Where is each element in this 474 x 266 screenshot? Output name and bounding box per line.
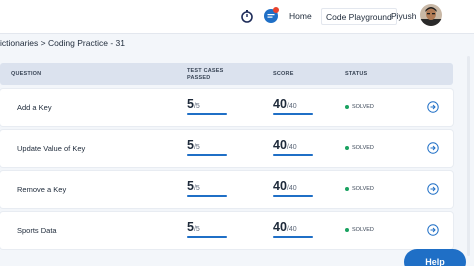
score-progress-bar bbox=[273, 236, 313, 238]
status-badge: SOLVED bbox=[345, 104, 374, 110]
score-progress-bar bbox=[273, 154, 313, 156]
question-name[interactable]: Update Value of Key bbox=[17, 144, 85, 153]
question-name[interactable]: Add a Key bbox=[17, 103, 52, 112]
score-max: /40 bbox=[286, 226, 297, 233]
scrollbar[interactable] bbox=[467, 56, 470, 256]
user-name[interactable]: Piyush bbox=[391, 11, 417, 21]
score-value: 40 bbox=[273, 220, 287, 234]
status-badge: SOLVED bbox=[345, 186, 374, 192]
avatar[interactable] bbox=[420, 4, 442, 26]
question-name[interactable]: Sports Data bbox=[17, 226, 57, 235]
solved-dot-icon bbox=[345, 228, 349, 232]
status-label: SOLVED bbox=[352, 104, 374, 110]
question-name[interactable]: Remove a Key bbox=[17, 185, 66, 194]
test-cases-cell: 5/5 bbox=[187, 177, 227, 197]
tests-passed: 5 bbox=[187, 138, 194, 152]
tests-total: /5 bbox=[193, 226, 200, 233]
score-cell: 40/40 bbox=[273, 177, 313, 197]
arrow-right-circle-icon[interactable] bbox=[427, 183, 439, 195]
table-header: QUESTION TEST CASES PASSED SCORE STATUS bbox=[0, 63, 453, 85]
score-progress-bar bbox=[273, 195, 313, 197]
test-cases-cell: 5/5 bbox=[187, 136, 227, 156]
score-value: 40 bbox=[273, 97, 287, 111]
status-badge: SOLVED bbox=[345, 227, 374, 233]
score-max: /40 bbox=[286, 144, 297, 151]
score-max: /40 bbox=[286, 185, 297, 192]
tests-progress-bar bbox=[187, 195, 227, 197]
help-button[interactable]: Help bbox=[404, 249, 466, 266]
score-max: /40 bbox=[286, 103, 297, 110]
column-test-cases: TEST CASES PASSED bbox=[187, 68, 224, 81]
tests-total: /5 bbox=[193, 103, 200, 110]
chat-icon[interactable] bbox=[262, 6, 280, 24]
score-cell: 40/40 bbox=[273, 95, 313, 115]
arrow-right-circle-icon[interactable] bbox=[427, 224, 439, 236]
solved-dot-icon bbox=[345, 146, 349, 150]
arrow-right-circle-icon[interactable] bbox=[427, 101, 439, 113]
breadcrumb[interactable]: ictionaries > Coding Practice - 31 bbox=[0, 38, 125, 48]
status-label: SOLVED bbox=[352, 227, 374, 233]
notification-dot bbox=[273, 7, 279, 13]
status-label: SOLVED bbox=[352, 145, 374, 151]
code-playground-link[interactable]: Code Playground bbox=[321, 8, 397, 25]
status-badge: SOLVED bbox=[345, 145, 374, 151]
table-row[interactable]: Add a Key 5/5 40/40 SOLVED bbox=[0, 89, 453, 126]
test-cases-cell: 5/5 bbox=[187, 218, 227, 238]
stopwatch-icon[interactable] bbox=[240, 9, 254, 23]
column-question: QUESTION bbox=[11, 71, 42, 77]
solved-dot-icon bbox=[345, 105, 349, 109]
tests-total: /5 bbox=[193, 185, 200, 192]
tests-progress-bar bbox=[187, 113, 227, 115]
tests-passed: 5 bbox=[187, 220, 194, 234]
help-label[interactable]: Help bbox=[425, 257, 445, 266]
table-row[interactable]: Sports Data 5/5 40/40 SOLVED bbox=[0, 212, 453, 249]
test-cases-cell: 5/5 bbox=[187, 95, 227, 115]
top-navbar: Home Code Playground Piyush bbox=[0, 0, 474, 34]
score-progress-bar bbox=[273, 113, 313, 115]
arrow-right-circle-icon[interactable] bbox=[427, 142, 439, 154]
score-value: 40 bbox=[273, 138, 287, 152]
status-label: SOLVED bbox=[352, 186, 374, 192]
tests-progress-bar bbox=[187, 154, 227, 156]
table-row[interactable]: Remove a Key 5/5 40/40 SOLVED bbox=[0, 171, 453, 208]
nav-home-link[interactable]: Home bbox=[289, 11, 312, 21]
tests-total: /5 bbox=[193, 144, 200, 151]
table-row[interactable]: Update Value of Key 5/5 40/40 SOLVED bbox=[0, 130, 453, 167]
column-score: SCORE bbox=[273, 71, 294, 77]
solved-dot-icon bbox=[345, 187, 349, 191]
column-status: STATUS bbox=[345, 71, 368, 77]
tests-passed: 5 bbox=[187, 179, 194, 193]
questions-table: QUESTION TEST CASES PASSED SCORE STATUS … bbox=[0, 63, 453, 249]
tests-passed: 5 bbox=[187, 97, 194, 111]
tests-progress-bar bbox=[187, 236, 227, 238]
score-cell: 40/40 bbox=[273, 136, 313, 156]
score-cell: 40/40 bbox=[273, 218, 313, 238]
score-value: 40 bbox=[273, 179, 287, 193]
